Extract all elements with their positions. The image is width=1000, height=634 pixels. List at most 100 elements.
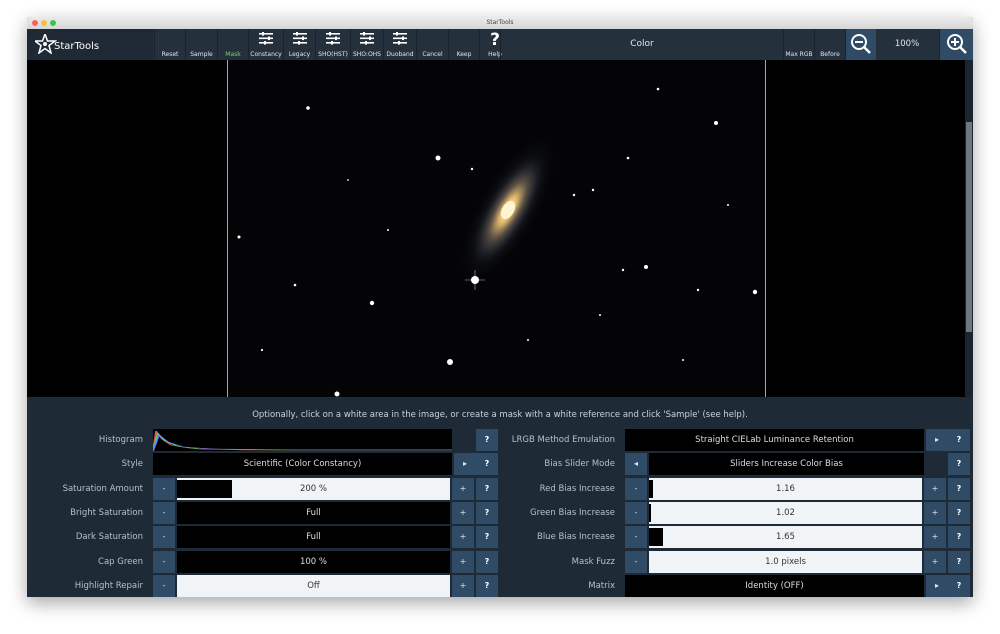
green-bias-increase-help-button[interactable]: ? [948,501,970,524]
blue-bias-increase-slider[interactable]: 1.65 [649,526,922,549]
viewer-scroll-thumb[interactable] [966,122,972,332]
cap-green-increase-button[interactable]: + [452,550,474,573]
toolbar: StarTools Reset Sample Mask Constancy Legacy… [27,29,973,60]
zoom-in-button[interactable] [939,29,973,60]
green-bias-increase-value-text: 1.02 [776,507,795,518]
cap-green-decrease-button[interactable]: - [153,550,175,573]
sample-button[interactable]: Sample [185,29,217,60]
style-value[interactable]: Scientific (Color Constancy) [153,453,452,476]
saturation-amount-decrease-button[interactable]: - [153,477,175,500]
lrgb-method-emulation-help-button[interactable]: ? [948,429,970,451]
highlight-repair-slider[interactable]: Off [177,574,450,597]
duoband-button[interactable]: Duoband [383,29,416,60]
red-bias-increase-slider-fill [649,479,654,498]
bias-slider-mode-prev-button[interactable]: ◂ [625,453,647,476]
saturation-amount-help-button[interactable]: ? [476,477,498,500]
highlight-repair-help-button[interactable]: ? [476,574,498,597]
highlight-repair-label: Highlight Repair [74,580,143,591]
max-rgb-button[interactable]: Max RGB [783,29,814,60]
mask-fuzz-increase-button[interactable]: + [924,550,946,573]
constancy-button[interactable]: Constancy [248,29,283,60]
image-viewer[interactable] [27,60,973,397]
saturation-amount-slider[interactable]: 200 % [177,477,450,500]
highlight-repair-increase-button[interactable]: + [452,574,474,597]
cap-green-slider[interactable]: 100 % [177,550,450,573]
style-help-button[interactable]: ? [476,453,498,476]
dark-saturation-increase-button[interactable]: + [452,526,474,549]
histogram-curves [152,430,452,452]
sho-ohs-button[interactable]: SHO:OHS [350,29,383,60]
green-bias-increase-decrease-button[interactable]: - [625,501,647,524]
module-title: Color [630,39,654,49]
blue-bias-increase-increase-button[interactable]: + [924,526,946,549]
sliders-icon [326,32,340,45]
sliders-icon [259,32,273,45]
zoom-out-button[interactable] [845,29,876,60]
red-bias-increase-help-button[interactable]: ? [948,477,970,500]
lrgb-method-emulation-value[interactable]: Straight CIELab Luminance Retention [625,429,924,451]
bright-saturation-increase-button[interactable]: + [452,501,474,524]
sliders-icon [393,32,407,45]
mask-fuzz-decrease-button[interactable]: - [625,550,647,573]
legacy-button[interactable]: Legacy [283,29,315,60]
hint-text: Optionally, click on a white area in the… [252,410,748,420]
galaxy-image-render [237,87,758,397]
lrgb-method-emulation-value-text: Straight CIELab Luminance Retention [695,435,854,445]
matrix-value[interactable]: Identity (OFF) [625,574,924,597]
lrgb-method-emulation-label: LRGB Method Emulation [511,435,615,445]
matrix-help-button[interactable]: ? [948,574,970,597]
histogram-help-button[interactable]: ? [476,429,498,451]
sliders-icon [292,32,307,45]
highlight-repair-value-text: Off [307,580,320,591]
mask-fuzz-slider[interactable]: 1.0 pixels [649,550,922,573]
mask-fuzz-help-button[interactable]: ? [948,550,970,573]
matrix-next-button[interactable]: ▸ [926,574,948,597]
bias-slider-mode-help-button[interactable]: ? [948,453,970,476]
viewer-scrollbar[interactable] [965,60,973,397]
bright-saturation-slider[interactable]: Full [177,501,450,524]
title-bar: StarTools [27,17,973,29]
green-bias-increase-slider[interactable]: 1.02 [649,501,922,524]
bias-slider-mode-label: Bias Slider Mode [544,459,615,470]
bright-saturation-help-button[interactable]: ? [476,501,498,524]
keep-button[interactable]: Keep [448,29,479,60]
logo-text: StarTools [54,41,100,52]
galaxy-image[interactable] [227,60,766,397]
saturation-amount-increase-button[interactable]: + [452,477,474,500]
red-bias-increase-decrease-button[interactable]: - [625,477,647,500]
bright-saturation-decrease-button[interactable]: - [153,501,175,524]
red-bias-increase-increase-button[interactable]: + [924,477,946,500]
bias-slider-mode-value-text: Sliders Increase Color Bias [730,459,843,470]
green-bias-increase-slider-fill [649,503,651,522]
blue-bias-increase-help-button[interactable]: ? [948,526,970,549]
minimize-window-button[interactable] [41,20,47,26]
blue-bias-increase-decrease-button[interactable]: - [625,526,647,549]
sliders-icon [360,32,374,45]
sho-hst-button[interactable]: SHO(HST) [315,29,350,60]
lrgb-method-emulation-next-button[interactable]: ▸ [926,429,948,451]
reset-button[interactable]: Reset [154,29,185,60]
maximize-window-button[interactable] [50,20,56,26]
dark-saturation-label: Dark Saturation [75,532,143,543]
bias-slider-mode-value[interactable]: Sliders Increase Color Bias [649,453,924,476]
zoom-in-icon [947,34,967,54]
saturation-amount-label: Saturation Amount [62,483,143,494]
dark-saturation-value-text: Full [306,532,321,543]
module-title-area: Color [500,29,783,60]
dark-saturation-decrease-button[interactable]: - [153,526,175,549]
mask-button[interactable]: Mask [217,29,248,60]
style-next-button[interactable]: ▸ [454,453,476,476]
close-window-button[interactable] [32,20,38,26]
highlight-repair-decrease-button[interactable]: - [153,574,175,597]
style-label: Style [121,459,143,470]
cap-green-label: Cap Green [98,556,143,567]
cap-green-help-button[interactable]: ? [476,550,498,573]
dark-saturation-help-button[interactable]: ? [476,526,498,549]
green-bias-increase-increase-button[interactable]: + [924,501,946,524]
dark-saturation-slider[interactable]: Full [177,526,450,549]
red-bias-increase-label: Red Bias Increase [539,483,615,494]
cap-green-value-text: 100 % [299,556,327,567]
red-bias-increase-slider[interactable]: 1.16 [649,477,922,500]
before-button[interactable]: Before [814,29,845,60]
cancel-button[interactable]: Cancel [416,29,448,60]
